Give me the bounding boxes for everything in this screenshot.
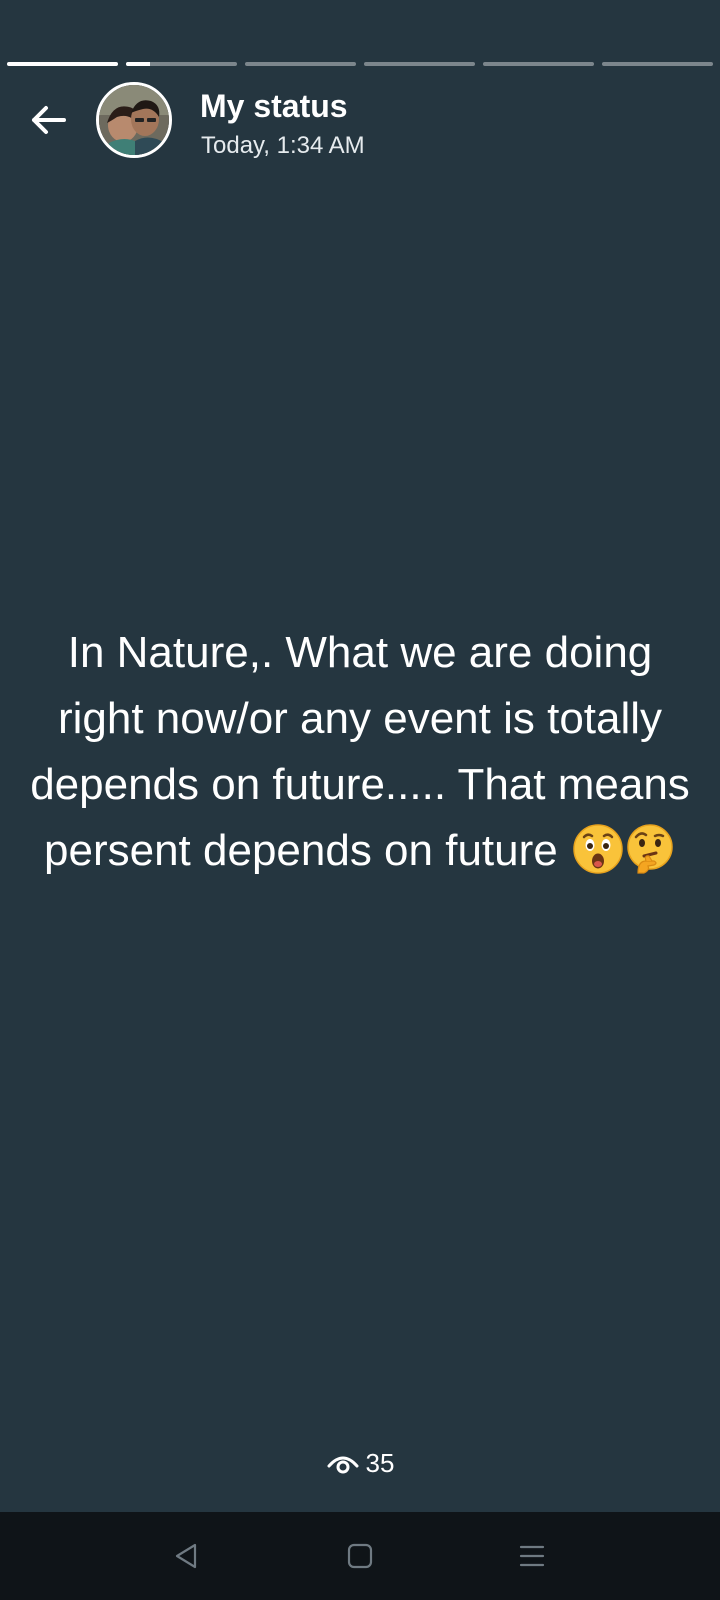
eye-icon <box>327 1456 359 1473</box>
avatar[interactable] <box>96 82 172 158</box>
nav-menu-button[interactable] <box>510 1534 554 1578</box>
astonished-face-icon <box>573 824 623 874</box>
views-count: 35 <box>365 1448 395 1478</box>
views-counter[interactable]: 35 <box>0 1448 720 1479</box>
emoji-group <box>572 823 676 875</box>
system-navigation-bar <box>0 1512 720 1600</box>
progress-segment <box>245 62 356 66</box>
progress-segment <box>364 62 475 66</box>
nav-home-button[interactable] <box>338 1534 382 1578</box>
status-header: My status Today, 1:34 AM <box>0 80 720 164</box>
story-progress-bar <box>7 62 713 66</box>
hamburger-menu-icon <box>519 1545 545 1567</box>
nav-back-button[interactable] <box>164 1534 208 1578</box>
progress-segment <box>126 62 237 66</box>
progress-segment <box>483 62 594 66</box>
progress-segment <box>7 62 118 66</box>
arrow-left-icon <box>32 106 66 134</box>
status-text-content: In Nature,. What we are doing right now/… <box>30 620 690 884</box>
status-owner-title: My status <box>200 88 348 124</box>
progress-segment <box>602 62 713 66</box>
square-home-icon <box>347 1543 373 1569</box>
status-timestamp: Today, 1:34 AM <box>201 132 365 159</box>
triangle-back-icon <box>175 1543 197 1569</box>
back-button[interactable] <box>22 94 74 146</box>
thinking-face-icon <box>627 824 673 874</box>
